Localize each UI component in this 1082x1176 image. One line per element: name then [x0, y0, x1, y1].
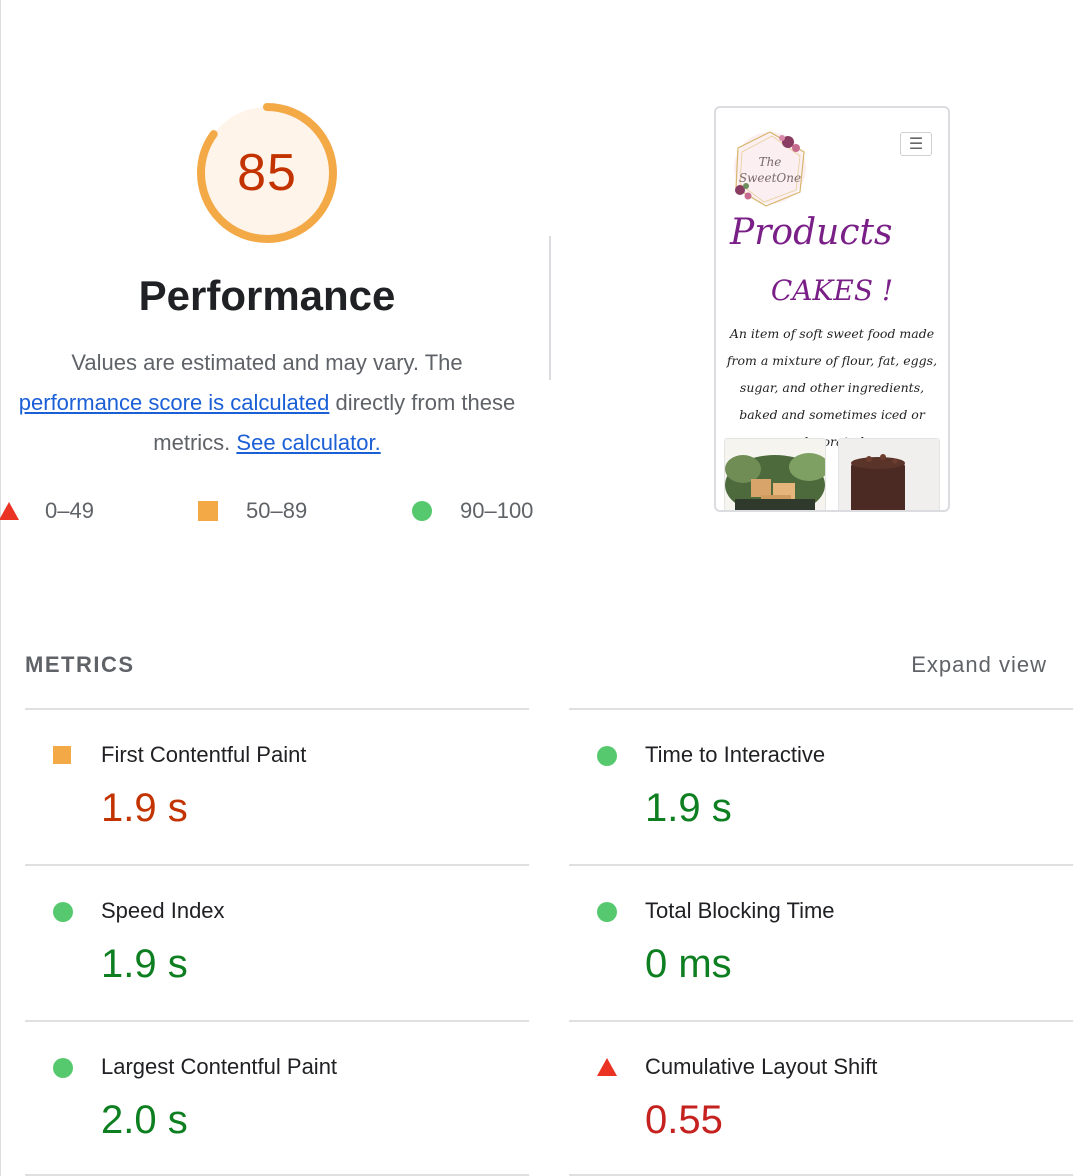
- square-average-icon: [53, 746, 71, 764]
- screenshot-heading: Products: [730, 212, 893, 253]
- metric-time-to-interactive: Time to Interactive 1.9 s: [569, 710, 1073, 864]
- category-title: Performance: [138, 272, 396, 319]
- metric-value: 1.9 s: [101, 942, 188, 986]
- cake-photo-1: [725, 439, 825, 510]
- triangle-fail-icon: [597, 1058, 617, 1076]
- metric-label: Speed Index: [101, 898, 225, 923]
- expand-view-toggle[interactable]: Expand view: [911, 652, 1047, 678]
- circle-pass-icon: [53, 902, 73, 922]
- left-border: [0, 0, 1, 1176]
- metric-value: 0.55: [645, 1098, 723, 1142]
- category-description: Values are estimated and may vary. The p…: [14, 343, 520, 463]
- metric-value: 0 ms: [645, 942, 732, 986]
- final-screenshot[interactable]: The SweetOne ☰ Products CAKES ! An item …: [714, 106, 950, 512]
- circle-pass-icon: [412, 501, 432, 521]
- hamburger-menu-icon[interactable]: ☰: [900, 132, 932, 156]
- performance-gauge[interactable]: 85: [192, 98, 342, 248]
- legend-average: 50–89: [198, 498, 307, 524]
- site-logo: The SweetOne: [734, 131, 806, 207]
- metric-speed-index: Speed Index 1.9 s: [25, 866, 529, 1020]
- screenshot-description: An item of soft sweet food made from a m…: [726, 326, 938, 449]
- metric-label: First Contentful Paint: [101, 742, 307, 767]
- metric-label: Largest Contentful Paint: [101, 1054, 338, 1079]
- legend-fail: 0–49: [0, 498, 94, 524]
- vertical-divider: [549, 236, 551, 380]
- circle-pass-icon: [597, 746, 617, 766]
- metric-cumulative-layout-shift: Cumulative Layout Shift 0.55: [569, 1022, 1073, 1176]
- metric-label: Time to Interactive: [645, 742, 826, 767]
- circle-pass-icon: [597, 902, 617, 922]
- screenshot-subheading: CAKES !: [770, 274, 894, 307]
- circle-pass-icon: [53, 1058, 73, 1078]
- legend-range: 0–49: [45, 498, 94, 523]
- see-calculator-link[interactable]: See calculator.: [236, 430, 380, 455]
- description-prefix: Values are estimated and may vary. The: [71, 350, 463, 375]
- performance-score: 85: [237, 144, 297, 202]
- product-card-image: [724, 438, 826, 510]
- product-card-image: [838, 438, 940, 510]
- metric-total-blocking-time: Total Blocking Time 0 ms: [569, 866, 1073, 1020]
- logo-text-line2: SweetOne: [739, 171, 801, 185]
- metrics-header: METRICS: [25, 652, 135, 677]
- metric-value: 1.9 s: [101, 786, 188, 830]
- legend-range: 90–100: [460, 498, 534, 523]
- metric-value: 1.9 s: [645, 786, 732, 830]
- metric-largest-contentful-paint: Largest Contentful Paint 2.0 s: [25, 1022, 529, 1176]
- metric-first-contentful-paint: First Contentful Paint 1.9 s: [25, 710, 529, 864]
- logo-text-line1: The: [759, 155, 782, 169]
- square-average-icon: [198, 501, 218, 521]
- legend-pass: 90–100: [412, 498, 533, 524]
- cake-photo-2: [839, 439, 939, 510]
- metric-label: Cumulative Layout Shift: [645, 1054, 878, 1079]
- legend-range: 50–89: [246, 498, 308, 523]
- metric-label: Total Blocking Time: [645, 898, 835, 923]
- metric-value: 2.0 s: [101, 1098, 188, 1142]
- triangle-fail-icon: [0, 502, 19, 520]
- score-calculated-link[interactable]: performance score is calculated: [19, 390, 330, 415]
